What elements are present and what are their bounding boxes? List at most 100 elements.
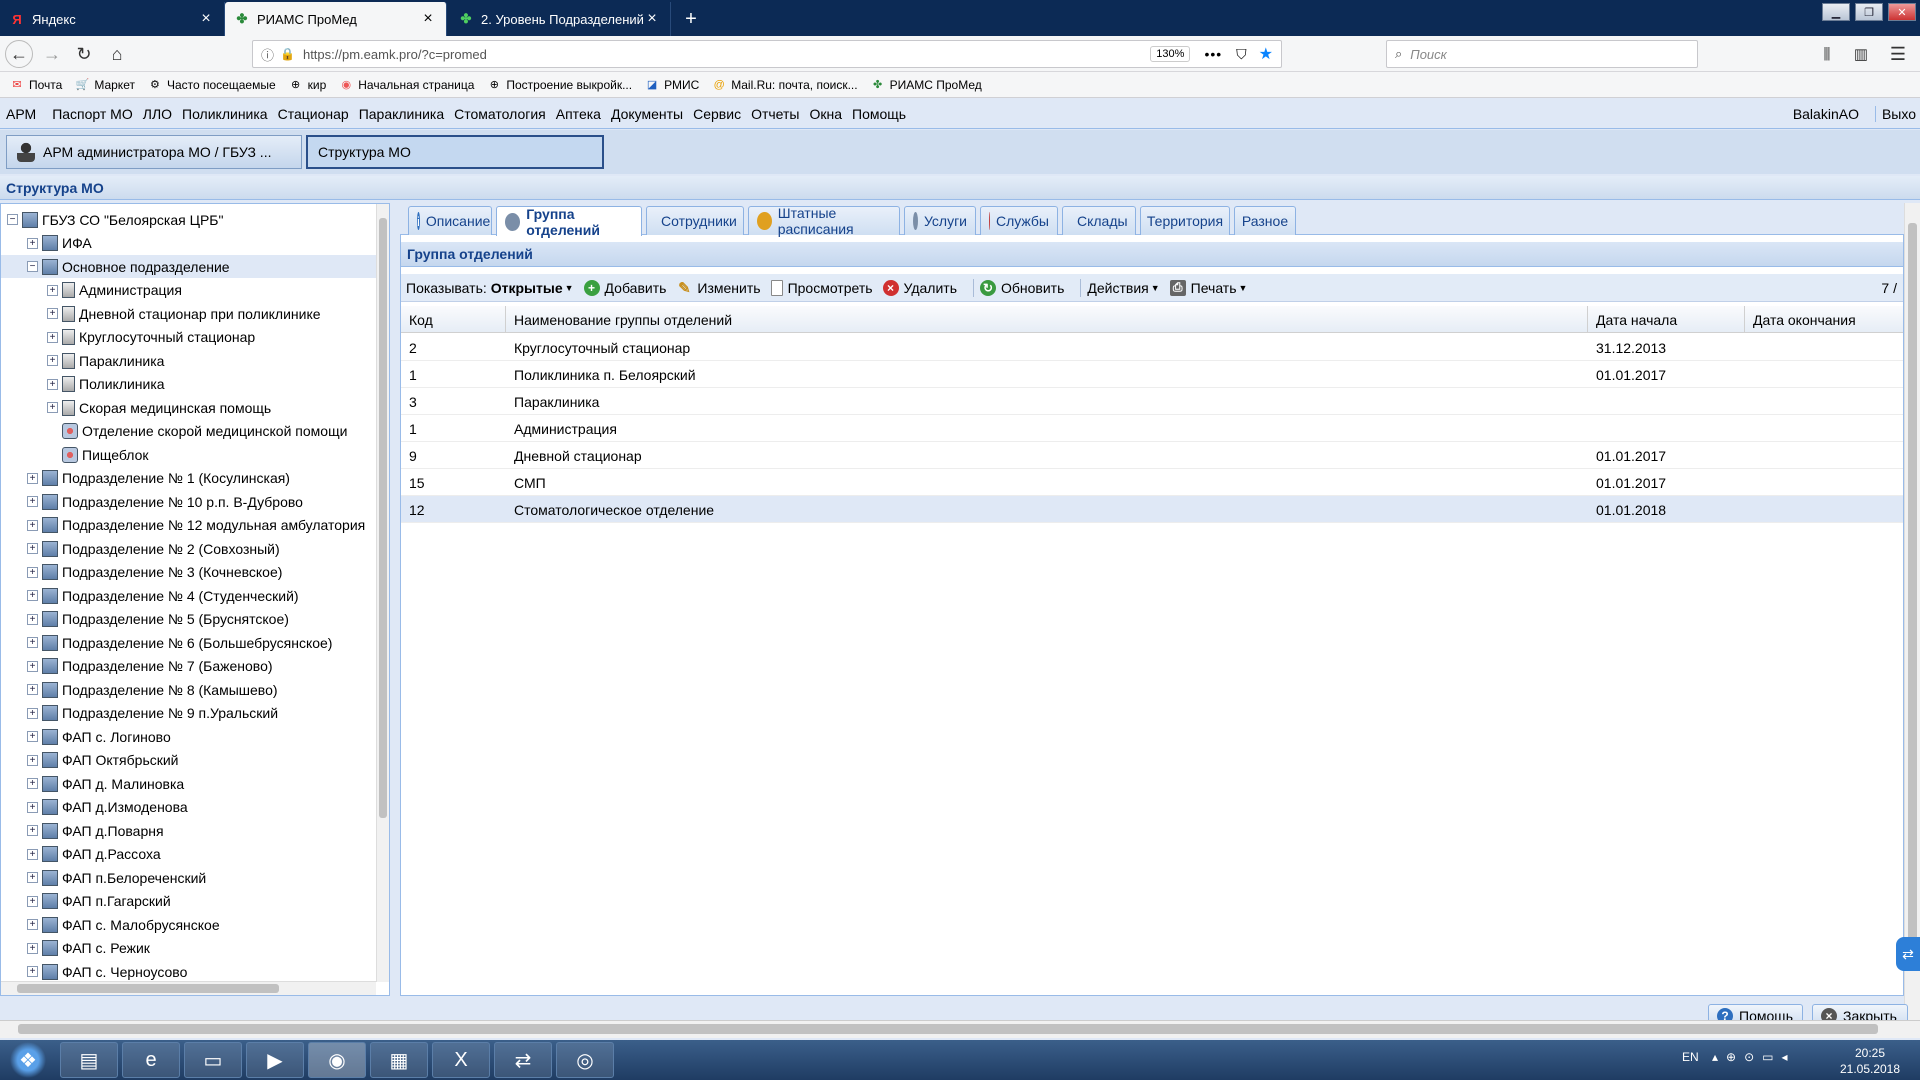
menu-item-passport[interactable]: Паспорт МО <box>48 106 137 122</box>
tree-node[interactable]: + Круглосуточный стационар <box>1 326 376 349</box>
sidebar-icon[interactable]: ▥ <box>1847 41 1875 67</box>
expand-icon[interactable]: + <box>27 637 38 648</box>
url-text[interactable]: https://pm.eamk.pro/?c=promed <box>303 47 1150 62</box>
tree-node[interactable]: + Подразделение № 9 п.Уральский <box>1 702 376 725</box>
detail-tab[interactable]: Склады <box>1062 206 1136 235</box>
detail-tab[interactable]: Услуги <box>904 206 976 235</box>
collapse-icon[interactable]: − <box>7 214 18 225</box>
system-clock[interactable]: 20:25 21.05.2018 <box>1830 1045 1910 1077</box>
bookmark-promed[interactable]: ✤ РИАМС ПроМед <box>871 78 982 92</box>
delete-button[interactable]: × Удалить <box>882 279 957 296</box>
expand-icon[interactable]: + <box>27 519 38 531</box>
expand-icon[interactable]: + <box>47 402 58 413</box>
menu-item-service[interactable]: Сервис <box>689 106 745 122</box>
bookmark-kir[interactable]: ⊕ кир <box>289 78 326 92</box>
teamviewer-icon[interactable]: ⇄ <box>1896 937 1920 971</box>
explorer-taskbar-icon[interactable]: ▭ <box>184 1042 242 1078</box>
tree-node[interactable]: + ФАП п.Гагарский <box>1 890 376 913</box>
bookmark-mailru[interactable]: @ Mail.Ru: почта, поиск... <box>712 78 858 92</box>
close-tab-icon[interactable]: × <box>644 10 660 28</box>
tree-node[interactable]: + ФАП д.Измоденова <box>1 796 376 819</box>
table-row[interactable]: 1 Поликлиника п. Белоярский 01.01.2017 <box>401 361 1903 388</box>
menu-item-hospital[interactable]: Стационар <box>274 106 353 122</box>
scrollbar-thumb[interactable] <box>379 218 387 818</box>
expand-icon[interactable]: + <box>27 801 38 813</box>
detail-tab[interactable]: Службы <box>980 206 1058 235</box>
tree-node[interactable]: + Дневной стационар при поликлинике <box>1 302 376 325</box>
expand-icon[interactable]: + <box>27 848 38 860</box>
menu-item-polyclinic[interactable]: Поликлиника <box>178 106 272 122</box>
tree-vertical-scrollbar[interactable] <box>376 204 389 982</box>
tree-node[interactable]: + Параклиника <box>1 349 376 372</box>
table-row[interactable]: 9 Дневной стационар 01.01.2017 <box>401 442 1903 469</box>
detail-tab[interactable]: Штатные расписания <box>748 205 900 237</box>
winrar-taskbar-icon[interactable]: ▤ <box>60 1042 118 1078</box>
bookmark-rmis[interactable]: ◪ РМИС <box>645 78 699 92</box>
browser-tab-yandex[interactable]: Я Яндекс × <box>0 2 225 36</box>
show-filter-dropdown[interactable]: Открытые ▼ <box>491 280 574 296</box>
column-header-name[interactable]: Наименование группы отделений <box>506 306 1588 333</box>
tree-node[interactable]: + Подразделение № 4 (Студенческий) <box>1 584 376 607</box>
tree-horizontal-scrollbar[interactable] <box>1 981 376 995</box>
menu-item-dentistry[interactable]: Стоматология <box>450 106 550 122</box>
column-header-end-date[interactable]: Дата окончания <box>1745 306 1903 333</box>
expand-icon[interactable]: + <box>27 778 38 789</box>
tree-node[interactable]: + Поликлиника <box>1 373 376 396</box>
forward-button[interactable]: → <box>38 41 66 67</box>
menu-item-documents[interactable]: Документы <box>607 106 687 122</box>
menu-item-pharmacy[interactable]: Аптека <box>552 106 605 122</box>
bookmark-star-icon[interactable]: ★ <box>1259 44 1273 64</box>
detail-tab[interactable]: i Описание <box>408 206 492 235</box>
window-tab-arm[interactable]: АРМ администратора МО / ГБУЗ ... <box>6 135 302 169</box>
menu-item-arm[interactable]: АРМ <box>2 106 40 122</box>
teamviewer-taskbar-icon[interactable]: ⇄ <box>494 1042 552 1078</box>
excel-taskbar-icon[interactable]: X <box>432 1042 490 1078</box>
menu-item-reports[interactable]: Отчеты <box>747 106 803 122</box>
view-button[interactable]: Просмотреть <box>770 279 873 296</box>
bookmark-start[interactable]: ◉ Начальная страница <box>339 78 474 92</box>
expand-icon[interactable]: + <box>47 308 58 319</box>
scrollbar-thumb[interactable] <box>17 984 279 993</box>
expand-icon[interactable]: + <box>27 919 38 930</box>
tree-node[interactable]: + Подразделение № 3 (Кочневское) <box>1 561 376 584</box>
bookmark-market[interactable]: 🛒 Маркет <box>75 78 135 92</box>
expand-icon[interactable]: + <box>47 378 58 390</box>
tree-node[interactable]: + ИФА <box>1 232 376 255</box>
expand-icon[interactable]: + <box>27 966 38 977</box>
back-button[interactable]: ← <box>5 40 33 68</box>
detail-tab[interactable]: Сотрудники <box>646 206 744 235</box>
tree-node[interactable]: + ФАП д. Малиновка <box>1 772 376 795</box>
menu-item-help[interactable]: Помощь <box>848 106 910 122</box>
expand-icon[interactable]: + <box>27 543 38 554</box>
bookmark-pattern[interactable]: ⊕ Построение выкройк... <box>487 78 632 92</box>
home-button[interactable]: ⌂ <box>103 41 131 67</box>
table-row[interactable]: 15 СМП 01.01.2017 <box>401 469 1903 496</box>
menu-item-windows[interactable]: Окна <box>805 106 846 122</box>
menu-icon[interactable]: ☰ <box>1884 41 1912 67</box>
scrollbar-thumb[interactable] <box>18 1024 1878 1034</box>
tree-node[interactable]: + Подразделение № 5 (Бруснятское) <box>1 608 376 631</box>
expand-icon[interactable]: + <box>27 613 38 625</box>
tree-node[interactable]: + ФАП с. Логиново <box>1 725 376 748</box>
info-icon[interactable]: ⓘ <box>261 45 274 64</box>
expand-icon[interactable]: + <box>27 660 38 672</box>
tree-node[interactable]: + Подразделение № 2 (Совхозный) <box>1 537 376 560</box>
table-row[interactable]: 2 Круглосуточный стационар 31.12.2013 <box>401 334 1903 361</box>
print-dropdown[interactable]: ⎙ Печать ▼ <box>1169 279 1247 296</box>
tree-node[interactable]: Пищеблок <box>1 443 376 466</box>
zoom-badge[interactable]: 130% <box>1150 46 1191 62</box>
tree-node[interactable]: + Подразделение № 6 (Большебрусянское) <box>1 631 376 654</box>
expand-icon[interactable]: + <box>27 566 38 578</box>
menu-item-llo[interactable]: ЛЛО <box>139 106 176 122</box>
detail-tab[interactable]: Разное <box>1234 206 1296 235</box>
expand-icon[interactable]: + <box>27 754 38 766</box>
table-row[interactable]: 3 Параклиника <box>401 388 1903 415</box>
new-tab-button[interactable]: + <box>675 2 707 36</box>
network-taskbar-icon[interactable]: ▦ <box>370 1042 428 1078</box>
ie-taskbar-icon[interactable]: e <box>122 1042 180 1078</box>
tree-node[interactable]: + ФАП д.Рассоха <box>1 843 376 866</box>
expand-icon[interactable]: + <box>27 942 38 954</box>
bookmark-frequent[interactable]: ⚙ Часто посещаемые <box>148 78 276 92</box>
expand-icon[interactable]: + <box>27 707 38 719</box>
tree-node[interactable]: + Подразделение № 1 (Косулинская) <box>1 467 376 490</box>
